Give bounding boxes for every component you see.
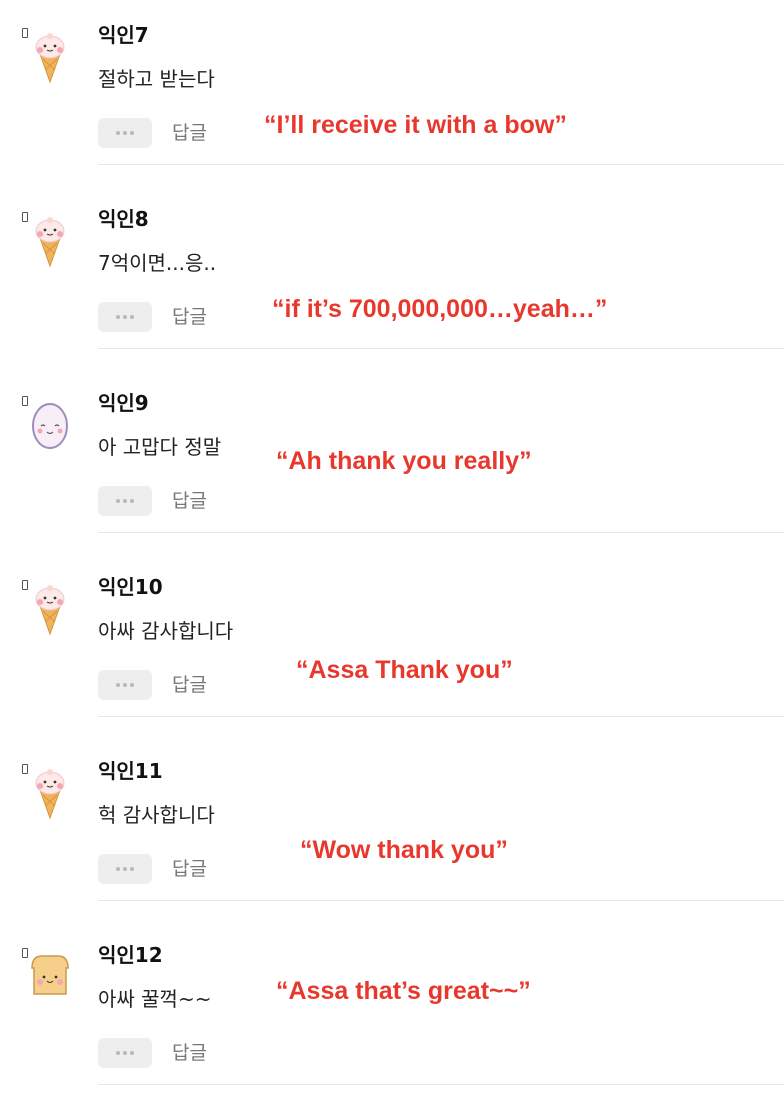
more-options-button[interactable] (98, 1038, 152, 1068)
comment-item: 익인8 7억이면...응.. 답글 “if it’s 700,000,000…y… (0, 184, 784, 368)
ice-cream-icon[interactable] (28, 766, 72, 820)
toast-icon[interactable] (28, 950, 72, 1004)
reply-button[interactable]: 답글 (172, 302, 207, 332)
username: 익인10 (98, 575, 163, 599)
reply-button[interactable]: 답글 (172, 118, 207, 148)
translation-annotation: “Assa Thank you” (296, 656, 513, 684)
egg-icon[interactable] (28, 398, 72, 452)
reply-button[interactable]: 답글 (172, 670, 207, 700)
divider (98, 348, 784, 349)
divider (98, 532, 784, 533)
divider (98, 716, 784, 717)
translation-annotation: “if it’s 700,000,000…yeah…” (272, 295, 608, 323)
reply-button[interactable]: 답글 (172, 486, 207, 516)
translation-annotation: “Assa that’s great~~” (276, 977, 531, 1005)
username: 익인12 (98, 943, 163, 967)
comment-text: 아싸 꿀꺽~~ (98, 987, 212, 1011)
comment-item: 익인9 아 고맙다 정말 답글 “Ah thank you really” (0, 368, 784, 552)
divider (98, 900, 784, 901)
translation-annotation: “Ah thank you really” (276, 447, 532, 475)
username: 익인11 (98, 759, 163, 783)
ice-cream-icon[interactable] (28, 30, 72, 84)
reply-button[interactable]: 답글 (172, 854, 207, 884)
comment-text: 절하고 받는다 (98, 67, 215, 91)
comment-item: 익인10 아싸 감사합니다 답글 “Assa Thank you” (0, 552, 784, 736)
username: 익인8 (98, 207, 149, 231)
comment-item: 익인12 아싸 꿀꺽~~ 답글 “Assa that’s great~~” (0, 920, 784, 1104)
more-options-button[interactable] (98, 302, 152, 332)
username: 익인7 (98, 23, 149, 47)
comment-item: 익인7 절하고 받는다 답글 “I’ll receive it with a b… (0, 0, 784, 184)
comment-text: 아 고맙다 정말 (98, 435, 222, 459)
more-options-button[interactable] (98, 486, 152, 516)
username: 익인9 (98, 391, 149, 415)
comment-text: 아싸 감사합니다 (98, 619, 234, 643)
divider (98, 1084, 784, 1085)
translation-annotation: “I’ll receive it with a bow” (264, 111, 567, 139)
ice-cream-icon[interactable] (28, 214, 72, 268)
more-options-button[interactable] (98, 854, 152, 884)
reply-button[interactable]: 답글 (172, 1038, 207, 1068)
comment-text: 헉 감사합니다 (98, 803, 215, 827)
ice-cream-icon[interactable] (28, 582, 72, 636)
more-options-button[interactable] (98, 118, 152, 148)
comment-text: 7억이면...응.. (98, 251, 217, 275)
more-options-button[interactable] (98, 670, 152, 700)
divider (98, 164, 784, 165)
comment-item: 익인11 헉 감사합니다 답글 “Wow thank you” (0, 736, 784, 920)
translation-annotation: “Wow thank you” (300, 836, 508, 864)
